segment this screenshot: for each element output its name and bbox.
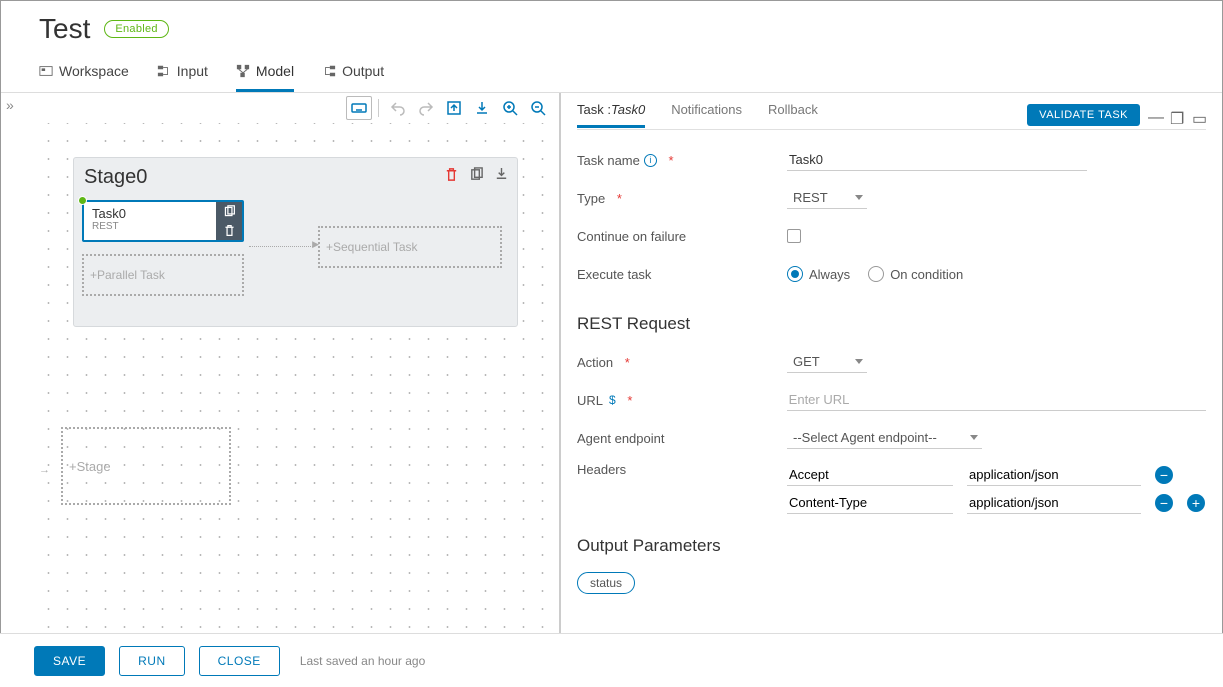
add-stage[interactable]: +Stage — [61, 427, 231, 505]
output-param-pill[interactable]: status — [577, 572, 635, 594]
keyboard-icon[interactable] — [346, 96, 372, 120]
pipeline-canvas[interactable]: Stage0 Task0 REST +Parall — [33, 123, 559, 643]
header-value-input[interactable] — [967, 492, 1141, 514]
panel-tab-notifications[interactable]: Notifications — [671, 102, 742, 128]
add-header-button[interactable]: + — [1187, 494, 1205, 512]
page-title: Test — [39, 13, 90, 45]
radio-label: On condition — [890, 267, 963, 282]
save-button[interactable]: SAVE — [34, 646, 105, 676]
panel-tab-label: Task : — [577, 102, 611, 117]
tab-input[interactable]: Input — [157, 55, 208, 92]
header-key-input[interactable] — [787, 464, 953, 486]
minimize-icon[interactable]: — — [1148, 109, 1162, 121]
output-parameters-title: Output Parameters — [577, 536, 1206, 556]
task-status-dot-icon — [78, 196, 87, 205]
header-key-input[interactable] — [787, 492, 953, 514]
zoom-in-icon[interactable] — [497, 96, 523, 120]
execute-label: Execute task — [577, 267, 787, 282]
redo-icon[interactable] — [413, 96, 439, 120]
copy-task-icon[interactable] — [216, 202, 242, 221]
status-badge: Enabled — [104, 20, 168, 38]
action-select[interactable]: GET — [787, 351, 867, 373]
task-type-text: REST — [92, 221, 208, 232]
add-sequential-task[interactable]: +Sequential Task — [318, 226, 502, 268]
zoom-out-icon[interactable] — [525, 96, 551, 120]
continue-on-failure-checkbox[interactable] — [787, 229, 801, 243]
variable-icon[interactable]: $ — [609, 393, 616, 407]
stage-download-icon[interactable] — [494, 167, 509, 187]
canvas-toolbar — [1, 93, 559, 123]
header-value-input[interactable] — [967, 464, 1141, 486]
panel-tab-taskname: Task0 — [611, 102, 645, 117]
type-select[interactable]: REST — [787, 187, 867, 209]
tab-label: Input — [177, 63, 208, 79]
maximize-icon[interactable]: ▭ — [1192, 109, 1206, 121]
tab-label: Workspace — [59, 63, 129, 79]
execute-on-condition-radio[interactable]: On condition — [868, 266, 963, 282]
run-button[interactable]: RUN — [119, 646, 185, 676]
task-name-input[interactable] — [787, 149, 1087, 171]
continue-label: Continue on failure — [577, 229, 787, 244]
flow-arrow-icon — [249, 246, 313, 248]
remove-header-button[interactable]: − — [1155, 466, 1173, 484]
add-parallel-task[interactable]: +Parallel Task — [82, 254, 244, 296]
delete-task-icon[interactable] — [216, 221, 242, 240]
remove-header-button[interactable]: − — [1155, 494, 1173, 512]
tab-label: Output — [342, 63, 384, 79]
headers-label: Headers — [577, 458, 787, 477]
close-button[interactable]: CLOSE — [199, 646, 280, 676]
task-card[interactable]: Task0 REST — [82, 200, 244, 242]
download-icon[interactable] — [469, 96, 495, 120]
tab-label: Model — [256, 63, 294, 79]
stage-box[interactable]: Stage0 Task0 REST +Parall — [73, 157, 518, 327]
rest-request-title: REST Request — [577, 314, 1206, 334]
copy-stage-icon[interactable] — [469, 167, 484, 187]
tab-output[interactable]: Output — [322, 55, 384, 92]
url-input[interactable] — [787, 389, 1206, 411]
agent-endpoint-select[interactable]: --Select Agent endpoint-- — [787, 427, 982, 449]
tab-model[interactable]: Model — [236, 55, 294, 92]
action-label: Action — [577, 355, 613, 370]
output-icon — [322, 64, 336, 78]
execute-always-radio[interactable]: Always — [787, 266, 850, 282]
flow-arrow-icon: → — [39, 464, 50, 476]
task-name-label: Task name — [577, 153, 640, 168]
stage-title: Stage0 — [82, 166, 147, 189]
task-name-text: Task0 — [92, 206, 208, 221]
input-icon — [157, 64, 171, 78]
delete-stage-icon[interactable] — [444, 167, 459, 187]
url-label: URL — [577, 393, 603, 408]
undo-icon[interactable] — [385, 96, 411, 120]
tab-workspace[interactable]: Workspace — [39, 55, 129, 92]
expand-handle-icon[interactable]: » — [6, 97, 14, 113]
workspace-icon — [39, 64, 53, 78]
radio-label: Always — [809, 267, 850, 282]
restore-icon[interactable]: ❐ — [1170, 109, 1184, 121]
model-icon — [236, 64, 250, 78]
agent-label: Agent endpoint — [577, 431, 787, 446]
export-up-icon[interactable] — [441, 96, 467, 120]
last-saved-text: Last saved an hour ago — [300, 654, 425, 668]
info-icon[interactable]: i — [644, 154, 657, 167]
panel-tab-rollback[interactable]: Rollback — [768, 102, 818, 128]
panel-tab-task[interactable]: Task :Task0 — [577, 102, 645, 128]
main-tabs: Workspace Input Model Output — [1, 55, 1222, 93]
validate-task-button[interactable]: VALIDATE TASK — [1027, 104, 1140, 126]
type-label: Type — [577, 191, 605, 206]
